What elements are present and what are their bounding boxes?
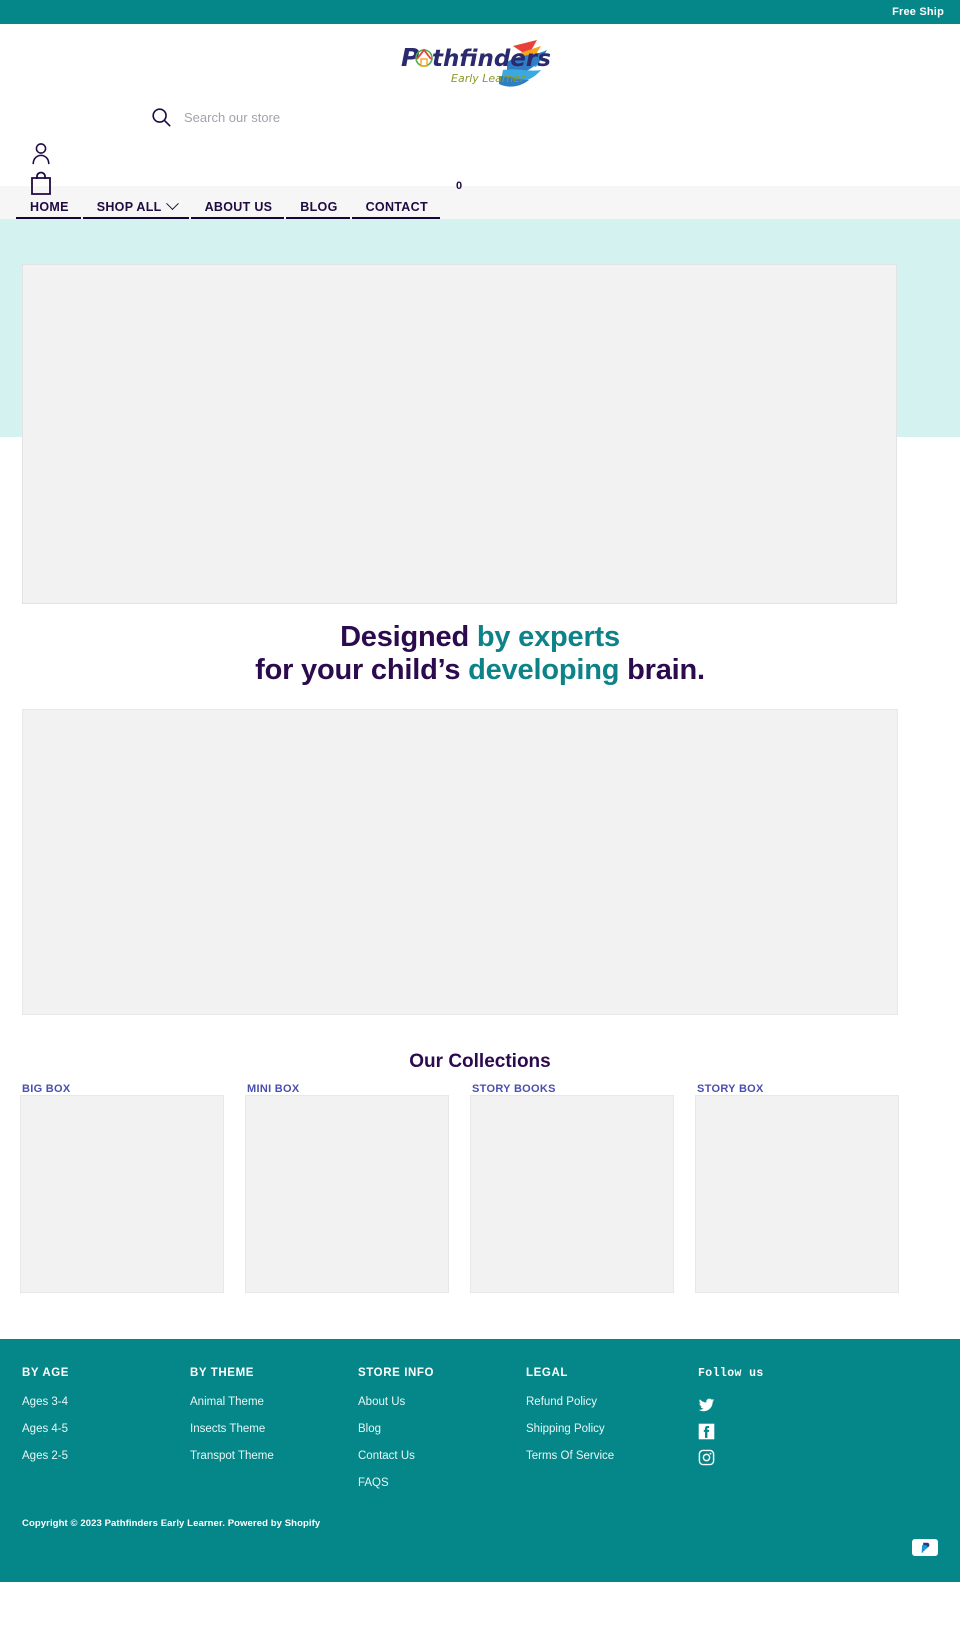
svg-text:thfinders: thfinders	[432, 46, 551, 72]
footer-heading: BY THEME	[190, 1367, 255, 1380]
chevron-down-icon	[165, 197, 179, 211]
announcement-bar: Free Ship	[0, 0, 960, 24]
footer-column-store-info: STORE INFO About Us Blog Contact Us FAQS	[358, 1367, 526, 1504]
nav-label: HOME	[30, 199, 69, 214]
footer-heading: STORE INFO	[358, 1367, 435, 1380]
headline-text-developing: developing	[468, 654, 620, 687]
headline-section: Designed by experts for your child’s dev…	[0, 609, 960, 687]
search-icon[interactable]	[150, 106, 172, 128]
headline-text-brain: brain.	[619, 654, 705, 687]
paypal-icon	[912, 1539, 938, 1557]
footer-link-blog[interactable]: Blog	[358, 1423, 526, 1435]
collection-image	[245, 1095, 449, 1294]
nav-item-shop-all[interactable]: SHOP ALL	[82, 186, 191, 221]
nav-label: CONTACT	[365, 199, 428, 214]
headline-line-1: Designed by experts	[0, 621, 960, 654]
hero-image-placeholder[interactable]	[22, 264, 897, 604]
footer-link-refund-policy[interactable]: Refund Policy	[526, 1396, 698, 1408]
footer-link-transpot-theme[interactable]: Transpot Theme	[190, 1450, 358, 1462]
collection-image	[470, 1095, 674, 1294]
cart-count-badge: 0	[456, 180, 463, 192]
footer-link-insects-theme[interactable]: Insects Theme	[190, 1423, 358, 1435]
collection-card-mini-box[interactable]: MINI BOX	[245, 1083, 449, 1294]
instagram-icon[interactable]	[698, 1449, 715, 1466]
collection-label: STORY BOX	[697, 1083, 764, 1096]
footer-link-shipping-policy[interactable]: Shipping Policy	[526, 1423, 698, 1435]
footer-link-contact-us[interactable]: Contact Us	[358, 1450, 526, 1462]
footer-column-by-theme: BY THEME Animal Theme Insects Theme Tran…	[190, 1367, 358, 1504]
svg-text:Early Learner: Early Learner	[451, 72, 526, 85]
search-input[interactable]	[184, 109, 444, 125]
collections-grid: BIG BOX MINI BOX STORY BOOKS STORY BOX	[0, 1073, 960, 1294]
announcement-text: Free Ship	[892, 6, 944, 18]
footer-social-heading: Follow us	[698, 1367, 764, 1381]
footer-link-faqs[interactable]: FAQS	[358, 1477, 526, 1489]
feature-image-placeholder[interactable]	[22, 709, 898, 1016]
nav-label: SHOP ALL	[96, 199, 162, 214]
logo-graphic: P thfinders Early Learner	[401, 40, 551, 87]
footer-heading: LEGAL	[526, 1367, 568, 1380]
nav-item-home[interactable]: HOME	[16, 186, 83, 221]
collection-card-story-books[interactable]: STORY BOOKS	[470, 1083, 674, 1294]
headline-text-designed: Designed	[340, 621, 477, 653]
headline-line-2: for your child’s developing brain.	[0, 654, 960, 687]
account-button[interactable]	[30, 142, 52, 166]
collection-card-big-box[interactable]: BIG BOX	[20, 1083, 224, 1294]
collection-label: STORY BOOKS	[472, 1083, 556, 1096]
footer-link-about-us[interactable]: About Us	[358, 1396, 526, 1408]
footer-link-terms-of-service[interactable]: Terms Of Service	[526, 1450, 698, 1462]
footer-column-social: Follow us	[698, 1367, 898, 1504]
social-links	[698, 1397, 898, 1466]
footer-link-ages-4-5[interactable]: Ages 4-5	[22, 1423, 190, 1435]
headline-text-by-experts: by experts	[476, 621, 620, 653]
user-icon	[32, 143, 50, 165]
collections-title: Our Collections	[409, 1051, 551, 1073]
footer-column-by-age: BY AGE Ages 3-4 Ages 4-5 Ages 2-5	[22, 1367, 190, 1504]
nav-label: ABOUT US	[204, 199, 273, 214]
collection-image	[20, 1095, 224, 1294]
main-navigation: HOME SHOP ALL ABOUT US BLOG CONTACT	[0, 186, 960, 221]
nav-item-blog[interactable]: BLOG	[286, 186, 351, 221]
collection-label: BIG BOX	[22, 1083, 71, 1096]
paypal-glyph	[921, 1542, 930, 1553]
footer-link-ages-2-5[interactable]: Ages 2-5	[22, 1450, 190, 1462]
facebook-icon[interactable]	[698, 1423, 715, 1440]
site-logo[interactable]: P thfinders Early Learner	[390, 34, 570, 100]
collection-card-story-box[interactable]: STORY BOX	[695, 1083, 899, 1294]
nav-label: BLOG	[300, 199, 338, 214]
collections-section: Our Collections BIG BOX MINI BOX STORY B…	[0, 1051, 960, 1294]
footer-columns: BY AGE Ages 3-4 Ages 4-5 Ages 2-5 BY THE…	[22, 1367, 938, 1504]
headline-text-for-your-child: for your child’s	[255, 654, 469, 687]
hero-section	[0, 219, 960, 604]
nav-item-contact[interactable]: CONTACT	[351, 186, 442, 221]
footer-link-ages-3-4[interactable]: Ages 3-4	[22, 1396, 190, 1408]
site-header: P thfinders Early Learner 0	[0, 24, 960, 195]
footer-heading: BY AGE	[22, 1367, 70, 1380]
search-bar[interactable]	[150, 106, 444, 128]
copyright-text: Copyright © 2023 Pathfinders Early Learn…	[22, 1518, 321, 1530]
nav-item-about-us[interactable]: ABOUT US	[190, 186, 287, 221]
collection-image	[695, 1095, 899, 1294]
footer-link-animal-theme[interactable]: Animal Theme	[190, 1396, 358, 1408]
footer-column-legal: LEGAL Refund Policy Shipping Policy Term…	[526, 1367, 698, 1504]
collection-label: MINI BOX	[247, 1083, 300, 1096]
site-footer: BY AGE Ages 3-4 Ages 4-5 Ages 2-5 BY THE…	[0, 1339, 960, 1583]
twitter-icon[interactable]	[698, 1397, 715, 1414]
